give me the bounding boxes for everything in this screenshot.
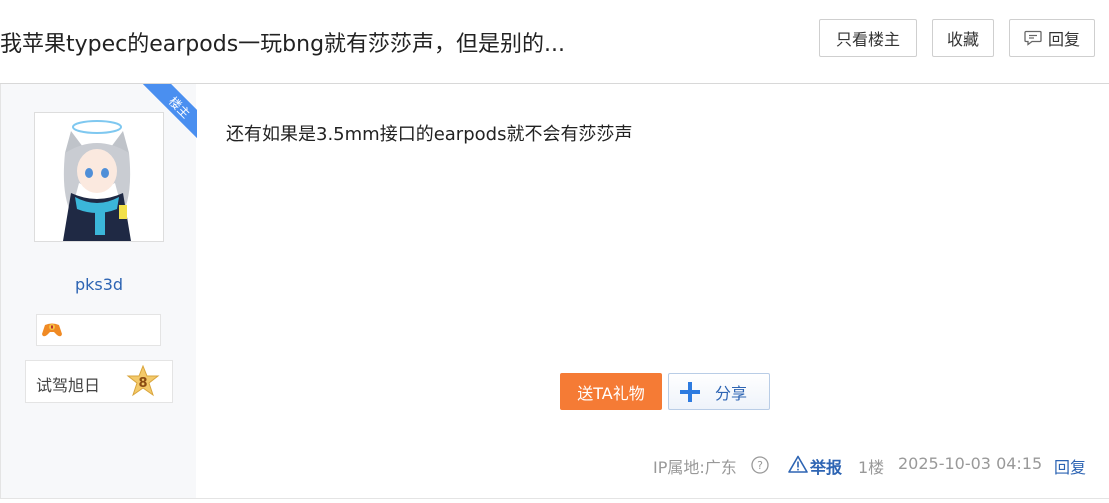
- report-link[interactable]: 举报: [810, 454, 842, 478]
- svg-text:?: ?: [757, 459, 763, 472]
- level-star-icon: 8: [126, 365, 160, 397]
- reply-button[interactable]: 回复: [1009, 19, 1095, 57]
- badge-box: [36, 314, 161, 346]
- share-label: 分享: [715, 383, 748, 403]
- reply-button-label: 回复: [1047, 30, 1080, 49]
- plus-icon: [680, 381, 700, 402]
- level-number: 8: [138, 376, 147, 391]
- thread-header: 我苹果typec的earpods一玩bng就有莎莎声，但是别的... 只看楼主 …: [0, 0, 1109, 84]
- question-icon[interactable]: ?: [751, 456, 769, 474]
- post-time: 2025-10-03 04:15: [898, 454, 1043, 473]
- user-level[interactable]: 试驾旭日 8: [25, 360, 173, 403]
- level-name: 试驾旭日: [36, 376, 101, 395]
- comment-icon: [1024, 30, 1042, 46]
- author-ribbon-label: 楼主: [166, 93, 194, 121]
- post-floor: 楼主 pks3d 试驾旭日 8 还有如果是3.5mm接口的earpods就不会有…: [0, 84, 1109, 498]
- game-badge-icon[interactable]: [41, 321, 63, 339]
- only-author-button[interactable]: 只看楼主: [819, 19, 917, 57]
- author-sidebar: 楼主 pks3d 试驾旭日 8: [0, 84, 197, 498]
- avatar-illustration: [35, 113, 163, 241]
- floor-number: 1楼: [858, 458, 885, 477]
- author-username[interactable]: pks3d: [1, 275, 197, 294]
- avatar[interactable]: [34, 112, 164, 242]
- favorite-button[interactable]: 收藏: [932, 19, 994, 57]
- divider: [0, 498, 1109, 499]
- thread-title: 我苹果typec的earpods一玩bng就有莎莎声，但是别的...: [0, 32, 566, 57]
- send-gift-button[interactable]: 送TA礼物: [560, 373, 662, 410]
- post-meta: IP属地:广东 ? 举报 1楼 2025-10-03 04:15 回复: [0, 454, 1090, 478]
- post-content: 还有如果是3.5mm接口的earpods就不会有莎莎声: [226, 124, 633, 145]
- reply-link[interactable]: 回复: [1054, 454, 1086, 478]
- warning-icon: [788, 455, 808, 473]
- ip-location: IP属地:广东: [653, 458, 737, 477]
- share-button[interactable]: 分享: [668, 373, 770, 410]
